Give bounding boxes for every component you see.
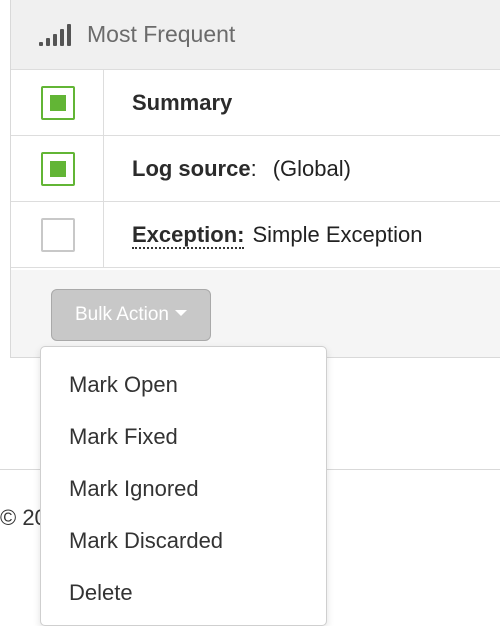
table-row-summary: Summary [11,70,500,136]
bulk-action-label: Bulk Action [75,304,169,325]
caret-down-icon [175,309,187,316]
exception-label: Exception [132,222,238,247]
log-source-label: Log source [132,156,251,181]
mark-open-menu-item[interactable]: Mark Open [41,359,326,411]
issues-table: Summary Log source: (Global) Exception: Si… [11,70,500,270]
exception-label-with-colon[interactable]: Exception: [132,222,245,249]
log-source-value: (Global) [272,156,351,181]
delete-menu-item[interactable]: Delete [41,567,326,619]
mark-discarded-menu-item[interactable]: Mark Discarded [41,515,326,567]
table-row-exception: Exception: Simple Exception [11,202,500,268]
exception-value: Simple Exception [252,222,423,247]
checkbox-cell [11,202,104,268]
mark-fixed-menu-item[interactable]: Mark Fixed [41,411,326,463]
page: Most Frequent Summary Log source: (Global… [0,0,500,626]
checkbox-cell [11,70,104,136]
log-source-checkbox[interactable] [41,152,75,186]
summary-label: Summary [132,90,233,115]
panel-title: Most Frequent [87,21,236,47]
most-frequent-panel: Most Frequent Summary Log source: (Global… [10,0,500,358]
bulk-action-dropdown: Mark Open Mark Fixed Mark Ignored Mark D… [40,346,327,626]
table-row-log-source: Log source: (Global) [11,136,500,202]
bulk-action-button[interactable]: Bulk Action [51,289,211,341]
log-source-cell: Log source: (Global) [132,154,351,184]
checkbox-cell [11,136,104,202]
summary-cell: Summary [132,88,232,118]
panel-header: Most Frequent [11,0,500,70]
exception-cell: Exception: Simple Exception [132,220,422,250]
log-source-separator: : [250,156,257,181]
exception-checkbox[interactable] [41,218,75,252]
signal-bars-icon [39,24,73,46]
mark-ignored-menu-item[interactable]: Mark Ignored [41,463,326,515]
exception-separator: : [237,222,245,247]
summary-checkbox[interactable] [41,86,75,120]
